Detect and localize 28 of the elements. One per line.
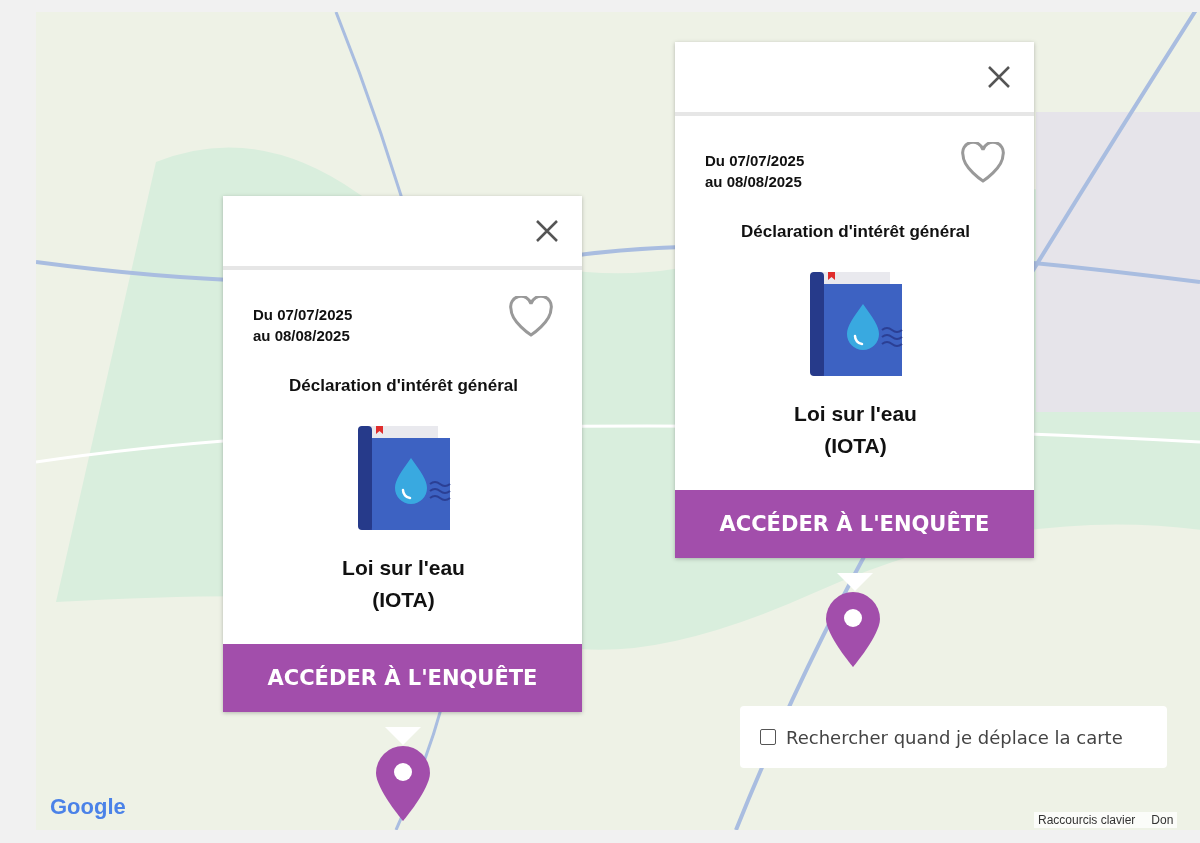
attribution-link[interactable]: Don xyxy=(1151,813,1174,827)
attribution-link[interactable]: Raccourcis clavier xyxy=(1038,813,1136,827)
water-book-icon xyxy=(807,270,904,378)
procedure-type: Déclaration d'intérêt général xyxy=(289,376,518,396)
procedure-type: Déclaration d'intérêt général xyxy=(741,222,970,242)
close-icon xyxy=(986,64,1012,90)
map-pin-icon[interactable] xyxy=(374,745,432,821)
heart-icon xyxy=(960,142,1006,184)
heart-icon xyxy=(508,296,554,338)
inquiry-title: Loi sur l'eau (IOTA) xyxy=(342,555,465,613)
close-button[interactable] xyxy=(986,64,1012,90)
close-icon xyxy=(534,218,560,244)
inquiry-title: Loi sur l'eau (IOTA) xyxy=(794,401,917,459)
date-range: Du 07/07/2025 au 08/08/2025 xyxy=(705,151,805,192)
water-book-icon xyxy=(355,424,452,532)
favorite-button[interactable] xyxy=(960,142,1006,184)
date-range: Du 07/07/2025 au 08/08/2025 xyxy=(253,305,353,346)
popup-pointer xyxy=(385,727,421,745)
access-inquiry-button[interactable]: ACCÉDER À L'ENQUÊTE xyxy=(223,644,582,712)
search-on-move-checkbox[interactable]: Rechercher quand je déplace la carte xyxy=(740,706,1167,768)
favorite-button[interactable] xyxy=(508,296,554,338)
popup-pointer xyxy=(837,573,873,591)
map-pin-icon[interactable] xyxy=(824,591,882,667)
checkbox[interactable] xyxy=(760,729,776,745)
close-button[interactable] xyxy=(534,218,560,244)
map-logo: Google xyxy=(50,794,126,820)
access-inquiry-button[interactable]: ACCÉDER À L'ENQUÊTE xyxy=(675,490,1034,558)
checkbox-label: Rechercher quand je déplace la carte xyxy=(786,726,1123,748)
